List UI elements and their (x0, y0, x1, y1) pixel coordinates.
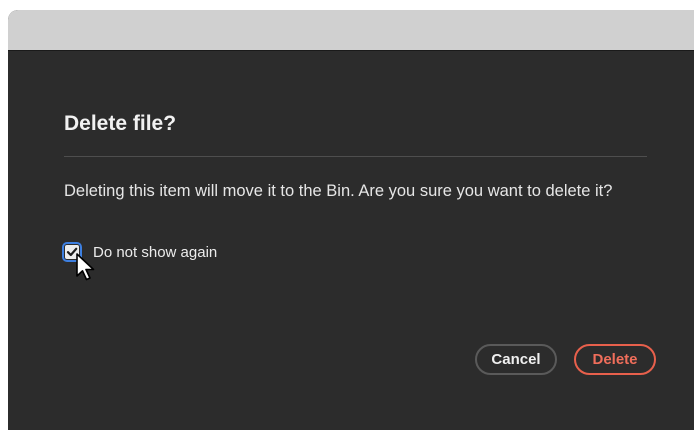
dialog-divider (64, 156, 647, 157)
delete-confirmation-dialog: Delete file? Deleting this item will mov… (62, 50, 656, 430)
checkbox-label: Do not show again (93, 243, 218, 261)
app-window: Delete file? Deleting this item will mov… (8, 10, 694, 430)
dialog-title: Delete file? (64, 112, 177, 135)
delete-button[interactable]: Delete (574, 344, 656, 375)
dialog-message: Deleting this item will move it to the B… (64, 182, 613, 200)
cancel-button[interactable]: Cancel (475, 344, 557, 375)
window-titlebar[interactable] (8, 10, 694, 51)
mouse-pointer-icon (76, 253, 95, 281)
